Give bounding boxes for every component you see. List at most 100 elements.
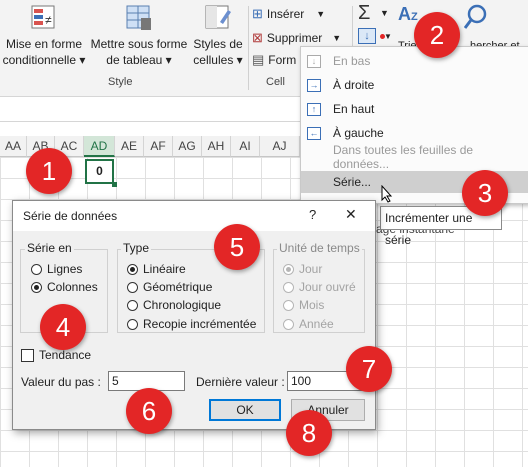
insert-label: Insérer xyxy=(266,7,305,21)
format-as-table-button[interactable]: Mettre sous forme de tableau ▾ xyxy=(88,4,190,68)
fill-down-icon: ↓ xyxy=(307,54,321,68)
menu-item-fill-right[interactable]: → À droite xyxy=(301,74,528,96)
delete-icon: ⊠ xyxy=(252,30,263,45)
radio-geometric[interactable]: Géométrique xyxy=(127,280,212,294)
callout-badge-6: 6 xyxy=(126,388,172,434)
conditional-formatting-button[interactable]: ≠ Mise en forme conditionnelle ▾ xyxy=(2,4,86,68)
radio-label: Jour xyxy=(299,262,323,276)
group-label-style: Style xyxy=(108,76,133,88)
format-label: Form xyxy=(268,53,297,67)
cell-styles-label: Styles de xyxy=(193,37,243,51)
format-as-table-label-2: de tableau ▾ xyxy=(106,53,172,67)
callout-badge-1: 1 xyxy=(26,148,72,194)
format-button[interactable]: ▤ Form xyxy=(252,52,296,68)
series-in-legend: Série en xyxy=(25,241,74,255)
help-icon[interactable]: ? xyxy=(309,207,316,222)
active-cell[interactable]: 0 xyxy=(85,159,114,184)
column-header[interactable]: AI xyxy=(231,136,260,157)
conditional-formatting-label: Mise en forme xyxy=(5,37,83,51)
column-header[interactable]: AG xyxy=(173,136,202,157)
chevron-down-icon: ▼ xyxy=(380,8,389,18)
radio-circle xyxy=(127,299,138,311)
menu-item-across-worksheets[interactable]: Dans toutes les feuilles de données... xyxy=(301,143,528,171)
radio-label: Colonnes xyxy=(47,280,98,294)
delete-label: Supprimer xyxy=(266,31,323,45)
radio-circle xyxy=(31,263,42,275)
cell-styles-icon xyxy=(204,4,232,32)
fill-right-icon: → xyxy=(307,78,321,92)
checkbox-label: Tendance xyxy=(39,348,92,362)
radio-year[interactable]: Année xyxy=(283,317,334,331)
callout-badge-7: 7 xyxy=(346,346,392,392)
insert-icon: ⊞ xyxy=(252,6,263,21)
chevron-down-icon: ▼ xyxy=(384,32,392,41)
delete-button[interactable]: ⊠ Supprimer ▼ xyxy=(252,30,341,46)
fill-left-icon: ← xyxy=(307,126,321,140)
menu-item-label: En bas xyxy=(333,54,371,68)
column-header[interactable]: AA xyxy=(0,136,27,157)
radio-day[interactable]: Jour xyxy=(283,262,322,276)
stop-value-label: Dernière valeur : xyxy=(196,375,285,389)
conditional-formatting-icon: ≠ xyxy=(30,4,58,32)
radio-chronological[interactable]: Chronologique xyxy=(127,298,221,312)
radio-circle xyxy=(31,281,42,293)
column-header-selected[interactable]: AD xyxy=(84,136,115,157)
sort-az-icon: AZ xyxy=(398,4,418,24)
column-header[interactable]: AF xyxy=(144,136,173,157)
trend-checkbox[interactable]: Tendance xyxy=(21,348,91,362)
callout-badge-3: 3 xyxy=(462,170,508,216)
radio-label: Année xyxy=(299,317,334,331)
type-legend: Type xyxy=(121,241,152,255)
radio-circle xyxy=(127,318,138,330)
radio-linear[interactable]: Linéaire xyxy=(127,262,186,276)
radio-label: Chronologique xyxy=(143,298,222,312)
fill-down-icon: ↓ xyxy=(364,30,370,42)
mouse-cursor-icon xyxy=(381,184,393,206)
callout-badge-2: 2 xyxy=(414,12,460,58)
fill-handle[interactable] xyxy=(112,182,117,187)
menu-item-fill-down[interactable]: ↓ En bas xyxy=(301,50,528,72)
column-header[interactable]: AE xyxy=(115,136,144,157)
radio-label: Lignes xyxy=(47,262,83,276)
date-unit-legend: Unité de temps xyxy=(277,241,362,255)
menu-item-label: À gauche xyxy=(333,126,384,140)
radio-autofill[interactable]: Recopie incrémentée xyxy=(127,317,256,331)
checkbox-box xyxy=(21,348,34,362)
radio-label: Linéaire xyxy=(143,262,186,276)
menu-item-label: En haut xyxy=(333,102,375,116)
autosum-icon[interactable]: Σ xyxy=(358,2,370,25)
radio-circle xyxy=(283,299,294,311)
radio-columns[interactable]: Colonnes xyxy=(31,280,98,294)
menu-item-fill-left[interactable]: ← À gauche xyxy=(301,122,528,144)
callout-badge-5: 5 xyxy=(214,224,260,270)
conditional-formatting-label-2: conditionnelle ▾ xyxy=(2,53,86,67)
dialog-title-bar: Série de données ? ✕ xyxy=(13,201,375,231)
fill-up-icon: ↑ xyxy=(307,102,321,116)
radio-month[interactable]: Mois xyxy=(283,298,324,312)
format-as-table-label: Mettre sous forme xyxy=(90,37,188,51)
cell-styles-label-2: cellules ▾ xyxy=(193,53,243,67)
fill-button[interactable]: ↓ xyxy=(358,28,376,44)
callout-badge-4: 4 xyxy=(40,304,86,350)
radio-label: Géométrique xyxy=(143,280,213,294)
menu-item-label: À droite xyxy=(333,78,375,92)
menu-item-fill-up[interactable]: ↑ En haut xyxy=(301,98,528,120)
step-value-label: Valeur du pas : xyxy=(21,375,101,389)
chevron-down-icon: ▼ xyxy=(332,33,342,43)
dialog-title: Série de données xyxy=(23,209,118,223)
radio-circle xyxy=(283,318,294,330)
format-icon: ▤ xyxy=(252,52,265,67)
insert-button[interactable]: ⊞ Insérer ▼ xyxy=(252,6,325,22)
column-header[interactable]: AJ xyxy=(260,136,300,157)
cell-styles-button[interactable]: Styles de cellules ▾ xyxy=(192,4,244,68)
radio-weekday[interactable]: Jour ouvré xyxy=(283,280,356,294)
callout-badge-8: 8 xyxy=(286,410,332,456)
column-header[interactable]: AH xyxy=(202,136,231,157)
radio-circle xyxy=(127,281,138,293)
radio-rows[interactable]: Lignes xyxy=(31,262,82,276)
close-icon[interactable]: ✕ xyxy=(345,206,357,223)
ok-button[interactable]: OK xyxy=(209,399,281,421)
radio-circle xyxy=(283,263,294,275)
menu-item-label: Dans toutes les feuilles de données... xyxy=(333,143,474,171)
radio-circle xyxy=(283,281,294,293)
